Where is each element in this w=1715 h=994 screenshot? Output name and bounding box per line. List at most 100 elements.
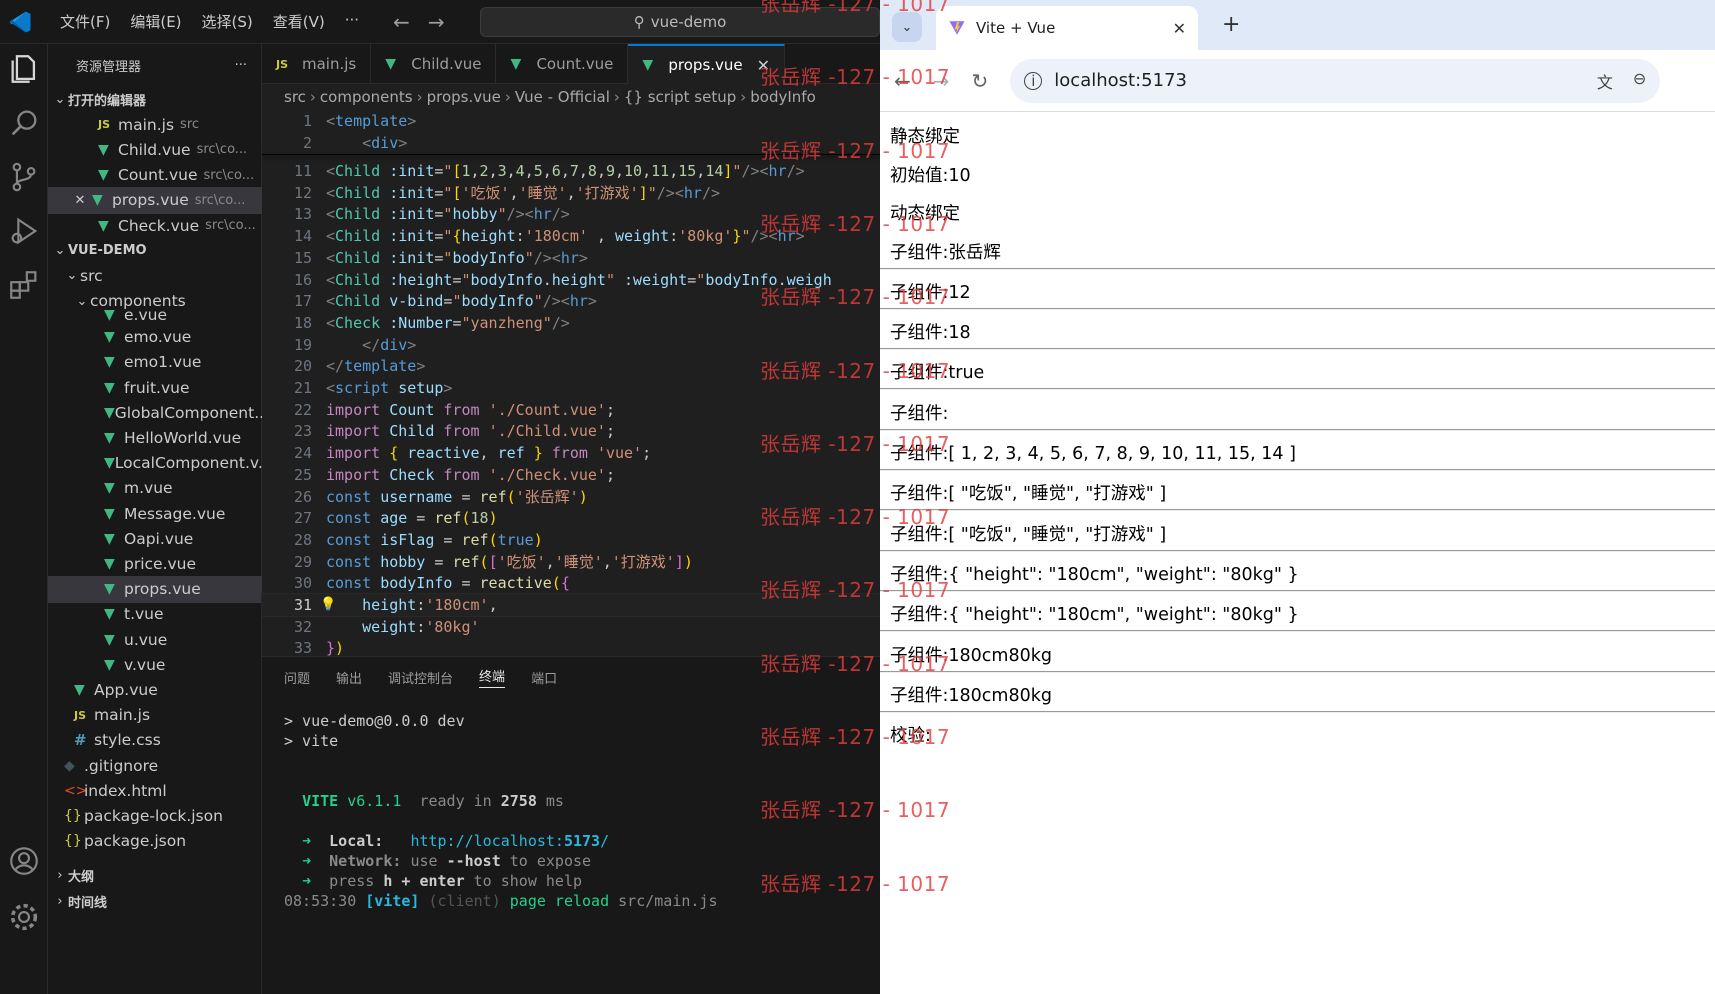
- new-tab-plus-icon[interactable]: +: [1222, 12, 1240, 37]
- menu-more[interactable]: ···: [335, 11, 369, 32]
- menu-selection[interactable]: 选择(S): [192, 11, 263, 32]
- tree-item-label: GlobalComponent....: [114, 403, 262, 422]
- breadcrumb-item[interactable]: {} script setup: [624, 88, 736, 106]
- file-item[interactable]: ▼ props.vue: [48, 575, 262, 603]
- file-item[interactable]: ▼ price.vue: [48, 550, 262, 577]
- line-number: 19: [293, 335, 312, 354]
- tree-item-path: src\co...: [196, 142, 248, 158]
- line-number: 24: [293, 444, 312, 463]
- vite-name: VITE: [302, 792, 339, 810]
- open-editor-item[interactable]: JS main.js src: [48, 111, 262, 138]
- editor-tab[interactable]: ▼ props.vue ✕: [628, 44, 786, 84]
- timeline-section[interactable]: › 时间线: [48, 888, 262, 915]
- file-item[interactable]: ▼ emo.vue: [48, 324, 262, 351]
- tab-ports[interactable]: 端口: [531, 668, 557, 687]
- file-item[interactable]: {} package.json: [48, 828, 262, 855]
- file-item[interactable]: ▼ fruit.vue: [48, 374, 262, 401]
- explorer-icon[interactable]: [7, 52, 41, 86]
- file-item[interactable]: ▼ emo1.vue: [48, 349, 262, 376]
- vue-file-icon: ▼: [104, 354, 115, 371]
- file-item[interactable]: # style.css: [48, 727, 262, 754]
- account-icon[interactable]: [7, 844, 41, 878]
- outline-section[interactable]: › 大纲: [48, 862, 262, 889]
- editor-tab-label: Child.vue: [411, 55, 482, 73]
- source-control-icon[interactable]: [7, 160, 41, 194]
- file-item[interactable]: ▼ HelloWorld.vue: [48, 424, 262, 451]
- more-actions-icon[interactable]: ···: [235, 58, 247, 73]
- reload-icon[interactable]: ↻: [972, 69, 989, 93]
- file-item[interactable]: ◆ .gitignore: [48, 752, 262, 779]
- tab-output[interactable]: 输出: [336, 668, 362, 687]
- open-editor-item[interactable]: ▼ Child.vue src\co...: [48, 136, 262, 163]
- file-item[interactable]: ▼ Oapi.vue: [48, 525, 262, 552]
- file-item[interactable]: ▼ GlobalComponent....: [48, 399, 262, 426]
- project-section[interactable]: ⌄ VUE-DEMO: [48, 237, 262, 264]
- file-item[interactable]: {} package-lock.json: [48, 802, 262, 829]
- file-item[interactable]: ▼ LocalComponent.v...: [48, 450, 262, 477]
- tree-item-path: src\co...: [205, 218, 256, 233]
- line-number: 20: [293, 357, 312, 376]
- lightbulb-icon[interactable]: 💡: [320, 594, 336, 616]
- breadcrumb-item[interactable]: components: [320, 88, 413, 106]
- browser-tab[interactable]: Vite + Vue ✕: [936, 6, 1198, 50]
- tree-item-label: t.vue: [124, 605, 164, 624]
- terminal-panel: 问题 输出 调试控制台 终端 端口 > vue-demo@0.0.0 dev >…: [262, 656, 880, 994]
- run-debug-icon[interactable]: [7, 214, 41, 248]
- page-text-line: 校验:: [890, 726, 931, 747]
- close-icon[interactable]: ✕: [72, 193, 88, 208]
- tree-item-label: Oapi.vue: [124, 529, 194, 548]
- site-info-icon[interactable]: i: [1024, 71, 1043, 90]
- menu-edit[interactable]: 编辑(E): [120, 11, 191, 32]
- file-item[interactable]: JS main.js: [48, 702, 262, 729]
- zoom-icon[interactable]: ⊖: [1633, 69, 1646, 93]
- vue-file-icon: ▼: [98, 217, 109, 234]
- terminal-line: 08:53:30 [vite] (client) page reload src…: [284, 891, 718, 911]
- tab-problems[interactable]: 问题: [284, 668, 310, 687]
- tab-debug-console[interactable]: 调试控制台: [388, 668, 453, 687]
- breadcrumb-item[interactable]: bodyInfo: [750, 88, 816, 106]
- file-item[interactable]: ▼ t.vue: [48, 601, 262, 628]
- tree-item-label: .gitignore: [84, 756, 159, 775]
- open-editor-item[interactable]: ✕ ▼ props.vue src\co...: [48, 186, 262, 214]
- forward-arrow-icon[interactable]: →: [933, 69, 950, 93]
- editor-tab-label: main.js: [302, 55, 357, 73]
- back-arrow-icon[interactable]: ←: [894, 69, 911, 93]
- local-url[interactable]: http://localhost:5173/: [410, 832, 609, 850]
- tab-terminal[interactable]: 终端: [479, 666, 506, 688]
- tab-close-icon[interactable]: ✕: [1173, 19, 1186, 38]
- breadcrumb-item[interactable]: props.vue: [427, 88, 501, 106]
- folder-src[interactable]: ⌄ src: [48, 262, 262, 289]
- search-icon[interactable]: [7, 106, 41, 140]
- file-item[interactable]: ▼ u.vue: [48, 626, 262, 653]
- breadcrumb-item[interactable]: Vue - Official: [515, 88, 610, 106]
- file-item[interactable]: ▼ v.vue: [48, 651, 262, 678]
- file-item[interactable]: <> index.html: [48, 777, 262, 804]
- log-msg: page reload: [509, 892, 610, 910]
- file-item[interactable]: ▼ Message.vue: [48, 500, 262, 527]
- file-item[interactable]: ▼ m.vue: [48, 475, 262, 502]
- tree-item-label: package-lock.json: [84, 806, 223, 825]
- open-editor-item[interactable]: ▼ Check.vue src\co...: [48, 212, 262, 239]
- forward-arrow-icon[interactable]: →: [428, 10, 445, 34]
- extensions-icon[interactable]: [7, 268, 41, 302]
- translate-icon[interactable]: 文: [1597, 69, 1613, 93]
- settings-gear-icon[interactable]: [7, 900, 41, 934]
- line-number: 1: [302, 112, 312, 130]
- command-center-search[interactable]: ⚲ vue-demo: [480, 7, 880, 37]
- editor-tab[interactable]: ▼ Count.vue: [496, 44, 629, 84]
- editor-tab[interactable]: ▼ Child.vue: [371, 44, 497, 84]
- address-bar[interactable]: i localhost:5173 文 ⊖: [1010, 58, 1661, 103]
- back-arrow-icon[interactable]: ←: [393, 10, 410, 34]
- address-bar-actions: 文 ⊖: [1597, 69, 1646, 93]
- horizontal-rule: [880, 589, 1715, 592]
- terminal-line: > vite: [284, 732, 339, 750]
- menu-file[interactable]: 文件(F): [50, 11, 120, 32]
- editor-tab[interactable]: JS main.js: [262, 44, 372, 84]
- open-editors-section[interactable]: ⌄ 打开的编辑器: [48, 86, 262, 113]
- file-item[interactable]: ▼ App.vue: [48, 676, 262, 703]
- tab-close-icon[interactable]: ✕: [757, 56, 770, 75]
- menu-view[interactable]: 查看(V): [263, 11, 335, 32]
- breadcrumb-item[interactable]: src: [284, 88, 306, 106]
- open-editor-item[interactable]: ▼ Count.vue src\co...: [48, 162, 262, 189]
- tab-search-chevron-icon[interactable]: ⌄: [892, 12, 922, 42]
